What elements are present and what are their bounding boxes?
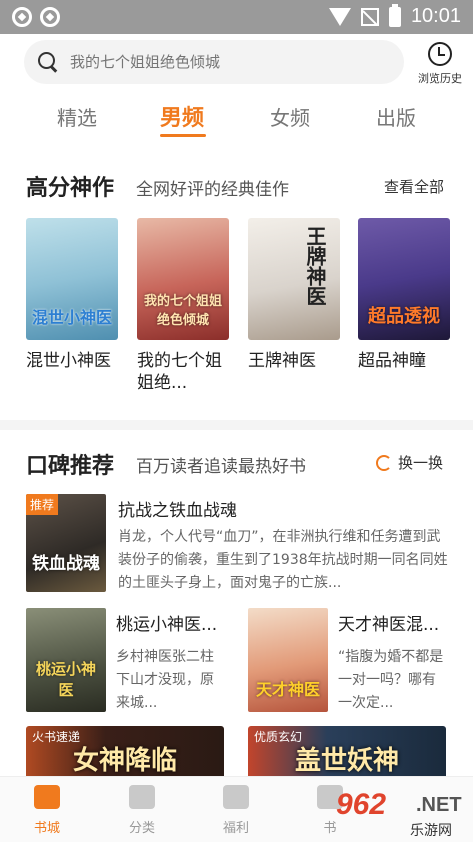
book-title: 王牌神医: [248, 351, 316, 371]
cover-text: 桃运小神医: [35, 660, 96, 699]
book-description: 肖龙，个人代号“血刀”，在非洲执行维和任务遭到武装份子的偷袭，重生到了1938年…: [118, 529, 448, 591]
section-subtitle: 百万读者追读最热好书: [136, 457, 306, 477]
book-card[interactable]: 混世小神医 混世小神医: [26, 218, 118, 372]
book-title: 抗战之铁血战魂: [118, 501, 237, 521]
tab-featured[interactable]: 精选: [57, 102, 97, 131]
cover-text: 我的七个姐姐绝色倾城: [143, 294, 222, 328]
book-description: 乡村神医张二柱下山才没现，原来城...: [116, 649, 214, 711]
wifi-icon: [328, 7, 351, 26]
book-item[interactable]: 桃运小神医 桃运小神医... 乡村神医张二柱下山才没现，原来城...: [26, 608, 226, 712]
clock-icon: [428, 42, 452, 66]
battery-icon: [388, 3, 401, 27]
book-cover: 桃运小神医: [26, 608, 106, 712]
status-notification-icons: [12, 7, 60, 27]
promo-banner[interactable]: 火书速递 女神降临: [26, 726, 224, 782]
tab-female[interactable]: 女频: [270, 102, 310, 131]
tab-publish[interactable]: 出版: [376, 102, 416, 131]
notification-icon: [40, 7, 60, 27]
category-icon: [129, 785, 155, 809]
view-all-link[interactable]: 查看全部: [384, 176, 444, 197]
book-description: “指腹为婚不都是一对一吗？哪有一次定...: [338, 649, 444, 711]
book-card[interactable]: 我的七个姐姐绝色倾城 我的七个姐姐绝...: [137, 218, 229, 394]
featured-book[interactable]: 推荐 铁血战魂 抗战之铁血战魂 肖龙，个人代号“血刀”，在非洲执行维和任务遭到武…: [26, 494, 450, 592]
tab-indicator: [160, 134, 206, 137]
section-divider: [0, 420, 473, 430]
category-tabs: 精选 男频 女频 出版: [0, 98, 473, 142]
book-title: 桃运小神医...: [116, 615, 218, 635]
nav-welfare[interactable]: 福利: [206, 785, 266, 836]
watermark-net: .NET: [416, 794, 462, 816]
recommend-tag: 推荐: [26, 494, 59, 515]
book-item[interactable]: 天才神医 天才神医混... “指腹为婚不都是一对一吗？哪有一次定...: [248, 608, 448, 712]
book-card[interactable]: 超品透视 超品神瞳: [358, 218, 450, 372]
notification-icon: [12, 7, 32, 27]
cover-text: 王牌神医: [303, 226, 327, 306]
book-title: 我的七个姐姐绝...: [137, 351, 222, 393]
search-input[interactable]: [70, 53, 370, 71]
book-title: 天才神医混...: [338, 615, 440, 635]
book-cover: 推荐 铁血战魂: [26, 494, 106, 592]
history-label: 浏览历史: [418, 72, 462, 85]
gift-icon: [223, 785, 249, 809]
section-title: 高分神作: [26, 176, 115, 201]
banner-text: 盖世妖神: [294, 746, 399, 776]
book-card[interactable]: 王牌神医 王牌神医: [248, 218, 340, 372]
status-bar: 10:01: [0, 0, 473, 34]
cover-text: 混世小神医: [31, 308, 112, 327]
refresh-label: 换一换: [398, 454, 444, 472]
watermark-site: 乐游网: [410, 823, 452, 839]
nav-category[interactable]: 分类: [112, 785, 172, 836]
status-time: 10:01: [410, 5, 461, 27]
book-cover: 王牌神医: [248, 218, 340, 340]
refresh-button[interactable]: 换一换: [376, 452, 443, 473]
nav-label: 分类: [128, 821, 155, 836]
book-cover: 混世小神医: [26, 218, 118, 340]
no-signal-icon: [360, 7, 379, 26]
section-title: 口碑推荐: [26, 454, 115, 479]
cover-text: 天才神医: [255, 680, 320, 699]
watermark-logo: 962 .NET 乐游网: [336, 782, 470, 840]
section-subtitle: 全网好评的经典佳作: [136, 180, 289, 200]
cover-text: 超品透视: [368, 306, 440, 327]
bookstore-icon: [34, 785, 60, 809]
refresh-icon: [376, 454, 392, 471]
book-title: 超品神瞳: [358, 351, 426, 371]
search-bar[interactable]: [24, 40, 404, 84]
banner-text: 女神降临: [72, 746, 177, 776]
history-button[interactable]: 浏览历史: [414, 42, 466, 86]
search-icon: [38, 52, 58, 72]
book-cover: 天才神医: [248, 608, 328, 712]
watermark-number: 962: [336, 788, 387, 821]
nav-bookstore[interactable]: 书城: [17, 785, 77, 836]
book-cover: 超品透视: [358, 218, 450, 340]
book-cover: 我的七个姐姐绝色倾城: [137, 218, 229, 340]
tab-male[interactable]: 男频: [160, 100, 204, 132]
nav-label: 书城: [33, 821, 60, 836]
cover-text: 铁血战魂: [32, 554, 100, 574]
book-title: 混世小神医: [26, 351, 111, 371]
promo-banner[interactable]: 优质玄幻 盖世妖神: [248, 726, 446, 782]
nav-label: 福利: [222, 821, 249, 836]
